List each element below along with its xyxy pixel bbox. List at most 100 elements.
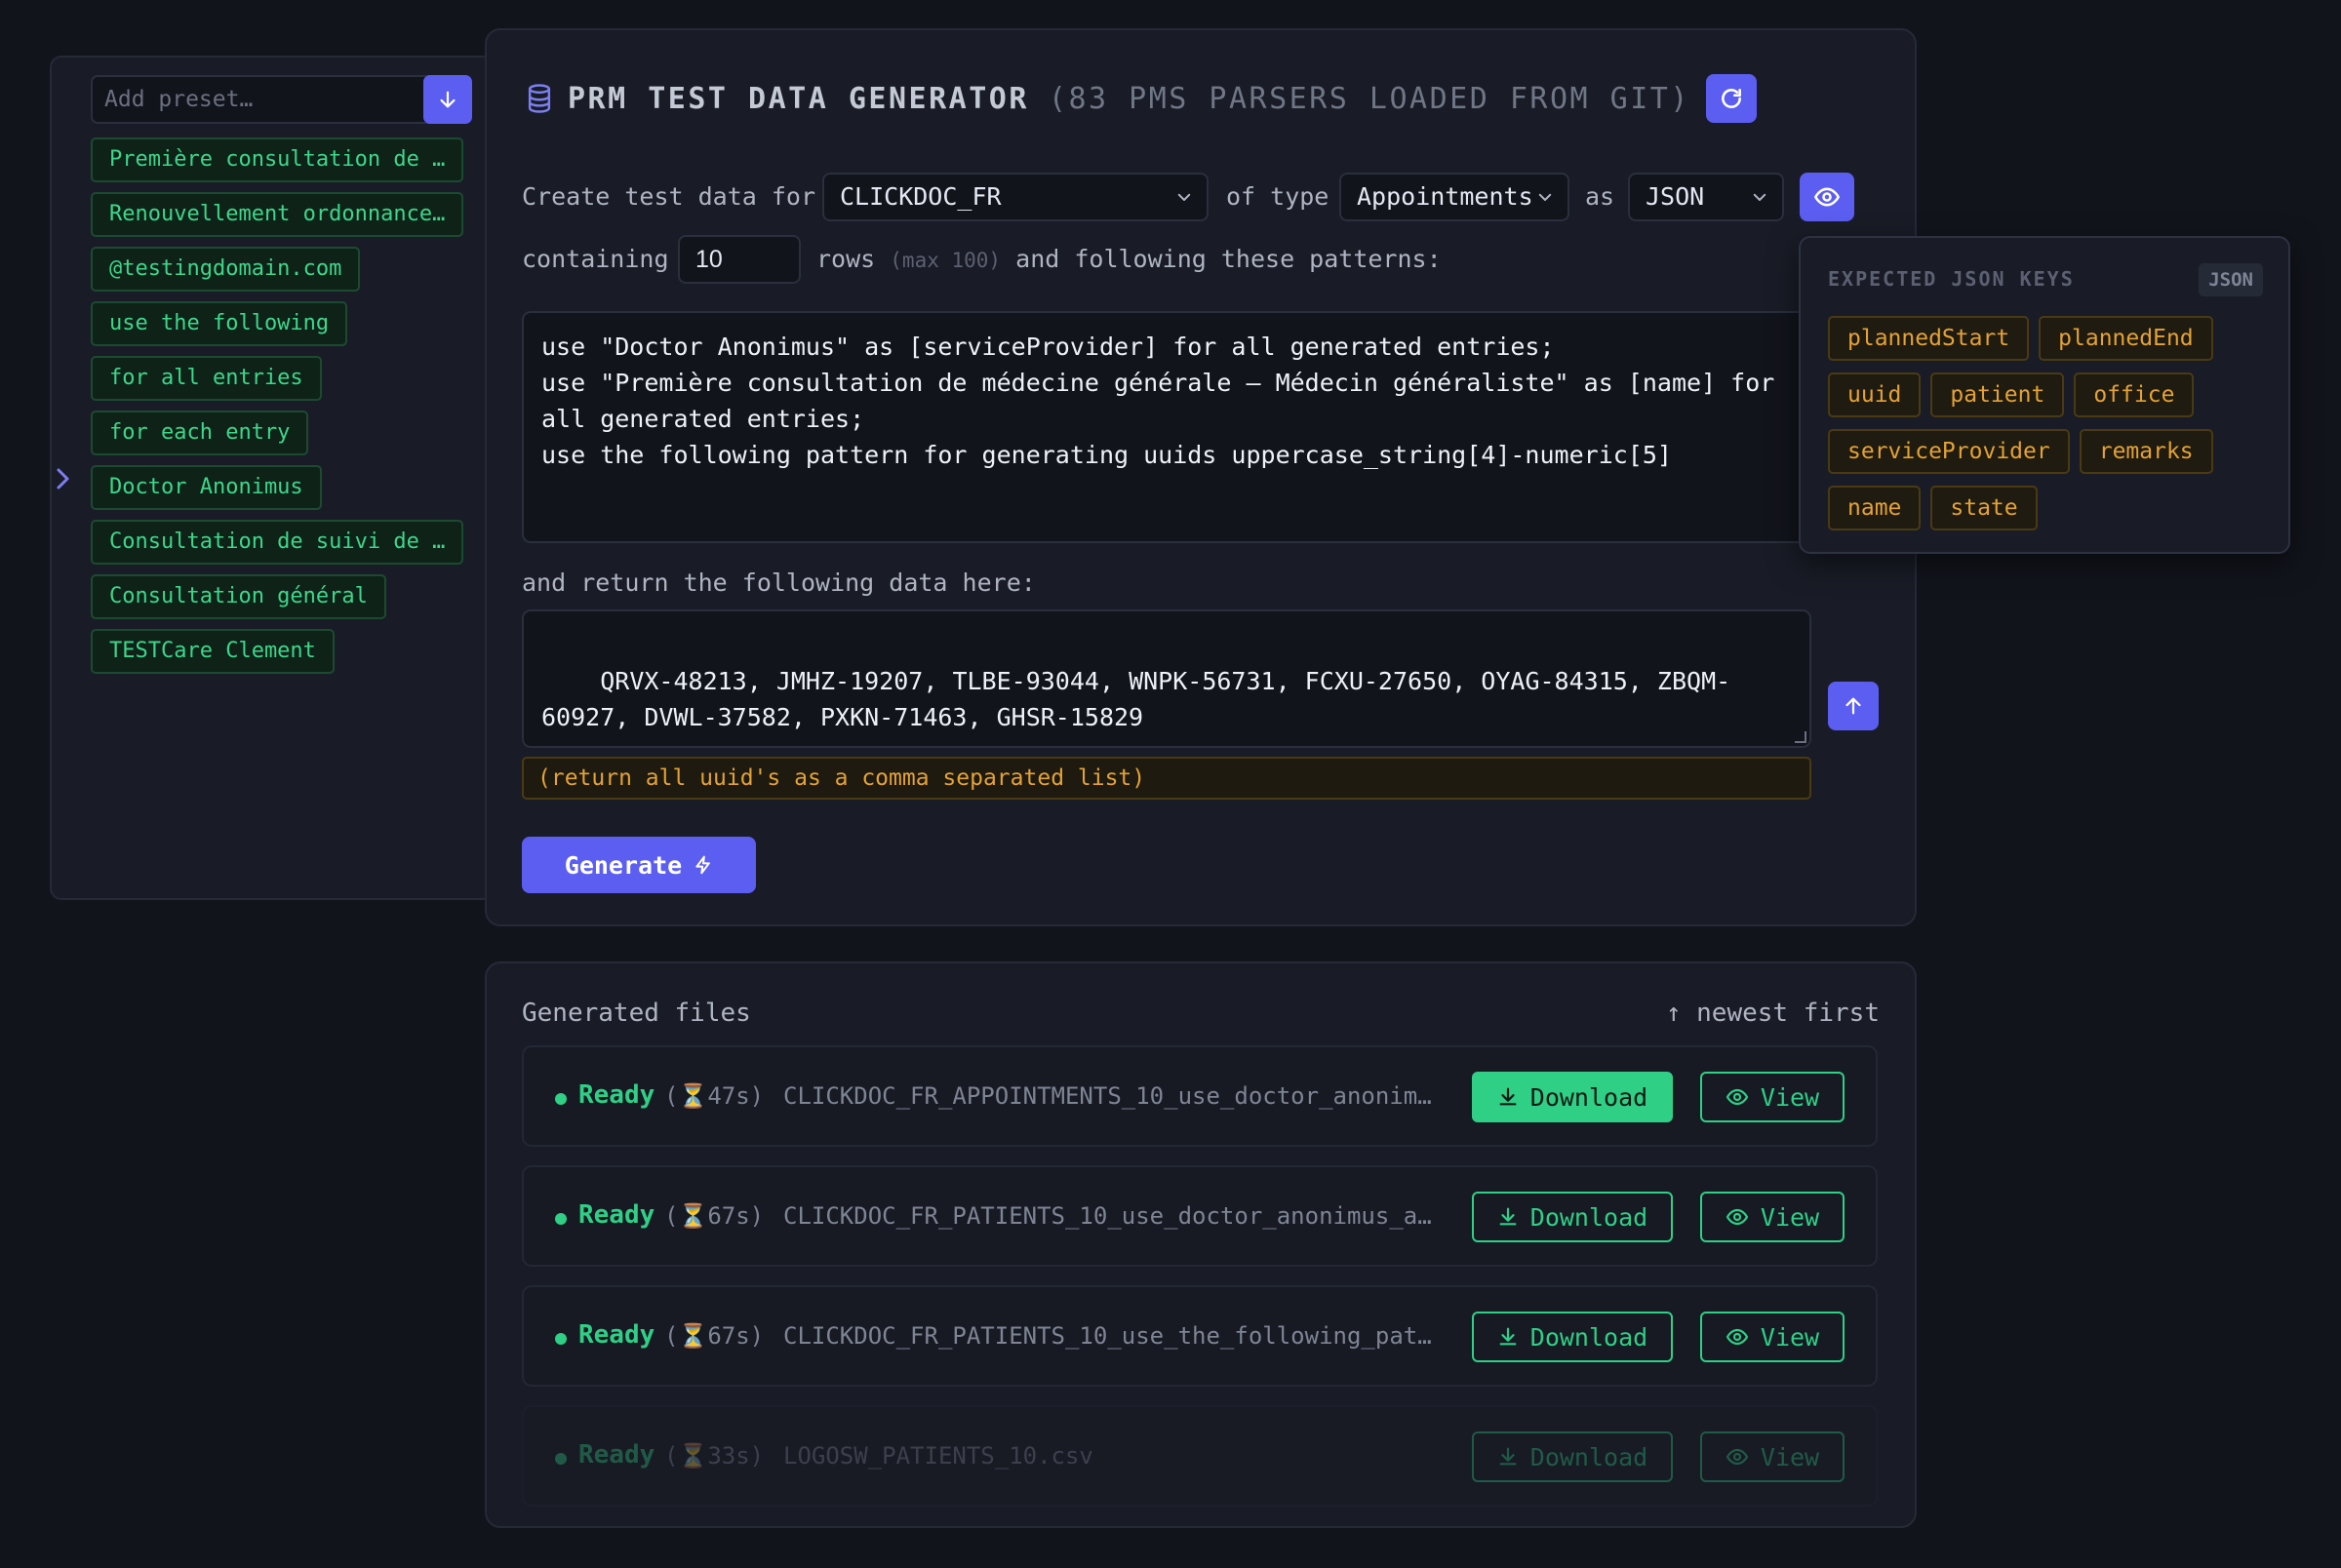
- download-button[interactable]: Download: [1472, 1192, 1673, 1242]
- preset-chip[interactable]: Consultation général: [91, 574, 386, 619]
- download-button[interactable]: Download: [1472, 1431, 1673, 1482]
- download-icon: [1499, 1447, 1517, 1466]
- key-chip: patient: [1930, 372, 2065, 417]
- view-button[interactable]: View: [1700, 1312, 1845, 1362]
- status-label: Ready: [578, 1320, 655, 1350]
- download-icon: [1499, 1087, 1517, 1106]
- format-select[interactable]: JSON: [1628, 173, 1784, 221]
- view-label: View: [1760, 1442, 1820, 1471]
- expected-keys-list: plannedStart plannedEnd uuid patient off…: [1828, 316, 2277, 530]
- chevron-down-icon: [1177, 193, 1191, 201]
- generated-files-panel: Generated files ↑ newest first Ready (⏳4…: [485, 961, 1917, 1528]
- key-chip: office: [2074, 372, 2195, 417]
- sort-order-toggle[interactable]: ↑ newest first: [1666, 999, 1880, 1028]
- preset-chip[interactable]: for each entry: [91, 411, 309, 455]
- key-chip: name: [1828, 486, 1922, 530]
- result-textarea[interactable]: QRVX-48213, JMHZ-19207, TLBE-93044, WNPK…: [522, 609, 1811, 748]
- chevron-down-icon: [1753, 193, 1766, 201]
- status-label: Ready: [578, 1440, 655, 1470]
- file-row: Ready (⏳67s) CLICKDOC_FR_PATIENTS_10_use…: [522, 1285, 1878, 1387]
- arrow-down-icon: [440, 91, 456, 108]
- preset-list: Première consultation de … Renouvellemen…: [91, 137, 481, 684]
- add-preset-button[interactable]: [423, 75, 472, 124]
- containing-label: containing: [522, 245, 669, 273]
- elapsed-time: (⏳33s): [664, 1442, 765, 1470]
- preset-chip[interactable]: Première consultation de …: [91, 137, 464, 182]
- download-icon: [1499, 1327, 1517, 1346]
- rows-label: rows: [816, 245, 876, 273]
- status-label: Ready: [578, 1200, 655, 1230]
- result-text: QRVX-48213, JMHZ-19207, TLBE-93044, WNPK…: [541, 667, 1731, 731]
- patterns-label: and following these patterns:: [1015, 245, 1442, 273]
- expected-keys-title: EXPECTED JSON KEYS: [1828, 267, 2075, 291]
- file-name: CLICKDOC_FR_PATIENTS_10_use_the_followin…: [783, 1322, 1437, 1350]
- file-name: CLICKDOC_FR_APPOINTMENTS_10_use_doctor_a…: [783, 1082, 1437, 1110]
- database-icon: [523, 82, 556, 115]
- copy-result-to-preset-button[interactable]: [1828, 682, 1879, 730]
- refresh-icon: [1721, 89, 1741, 108]
- view-button[interactable]: View: [1700, 1192, 1845, 1242]
- download-label: Download: [1529, 1442, 1648, 1471]
- view-label: View: [1760, 1082, 1820, 1112]
- preset-chip[interactable]: Consultation de suivi de …: [91, 520, 464, 565]
- download-label: Download: [1529, 1202, 1648, 1232]
- preset-chip[interactable]: use the following: [91, 301, 348, 346]
- preset-chip[interactable]: for all entries: [91, 356, 322, 401]
- chevron-down-icon: [1538, 193, 1552, 201]
- parser-select-value: CLICKDOC_FR: [840, 182, 1002, 211]
- parser-select[interactable]: CLICKDOC_FR: [822, 173, 1209, 221]
- type-select[interactable]: Appointments: [1339, 173, 1569, 221]
- chevron-right-icon: [57, 468, 69, 490]
- patterns-textarea[interactable]: use "Doctor Anonimus" as [serviceProvide…: [522, 311, 1811, 543]
- download-button[interactable]: Download: [1472, 1312, 1673, 1362]
- eye-icon: [1726, 1208, 1748, 1226]
- rows-label-group: rows (max 100) and following these patte…: [816, 245, 1442, 275]
- rows-count-input[interactable]: [678, 235, 801, 284]
- preview-keys-button[interactable]: [1800, 173, 1854, 221]
- preset-chip[interactable]: @testingdomain.com: [91, 247, 361, 292]
- eye-icon: [1814, 187, 1840, 207]
- key-chip: remarks: [2079, 429, 2213, 474]
- resize-handle[interactable]: [1795, 731, 1806, 743]
- format-select-value: JSON: [1646, 182, 1705, 211]
- refresh-parsers-button[interactable]: [1705, 74, 1757, 123]
- status-dot: [555, 1453, 567, 1465]
- type-select-value: Appointments: [1357, 182, 1533, 211]
- eye-icon: [1726, 1448, 1748, 1466]
- file-name: CLICKDOC_FR_PATIENTS_10_use_doctor_anoni…: [783, 1202, 1437, 1230]
- view-button[interactable]: View: [1700, 1072, 1845, 1122]
- as-label: as: [1585, 182, 1615, 211]
- parsers-loaded-count: (83 PMS PARSERS LOADED FROM GIT): [1048, 81, 1690, 116]
- arrow-up-icon: [1845, 697, 1861, 715]
- expected-keys-popover: EXPECTED JSON KEYS JSON plannedStart pla…: [1799, 236, 2290, 554]
- generate-button[interactable]: Generate: [522, 837, 756, 893]
- status-dot: [555, 1333, 567, 1345]
- sidebar-toggle[interactable]: [53, 466, 72, 491]
- key-chip: uuid: [1828, 372, 1922, 417]
- create-label: Create test data for: [522, 182, 816, 211]
- file-row: Ready (⏳47s) CLICKDOC_FR_APPOINTMENTS_10…: [522, 1045, 1878, 1147]
- generate-label: Generate: [564, 850, 683, 880]
- eye-icon: [1726, 1088, 1748, 1106]
- download-label: Download: [1529, 1322, 1648, 1352]
- key-chip: plannedEnd: [2039, 316, 2213, 361]
- add-preset-input[interactable]: [91, 75, 461, 124]
- file-row: Ready (⏳33s) LOGOSW_PATIENTS_10.csv Down…: [522, 1405, 1878, 1507]
- view-button[interactable]: View: [1700, 1431, 1845, 1482]
- preset-chip[interactable]: Doctor Anonimus: [91, 465, 322, 510]
- elapsed-time: (⏳67s): [664, 1202, 765, 1230]
- elapsed-time: (⏳67s): [664, 1322, 765, 1350]
- format-badge: JSON: [2199, 263, 2263, 296]
- key-chip: state: [1930, 486, 2038, 530]
- key-chip: serviceProvider: [1828, 429, 2070, 474]
- page-title: PRM TEST DATA GENERATOR: [568, 81, 1029, 116]
- preset-chip[interactable]: Renouvellement ordonnance…: [91, 192, 464, 237]
- return-label: and return the following data here:: [522, 568, 1036, 597]
- generator-card: PRM TEST DATA GENERATOR (83 PMS PARSERS …: [485, 28, 1917, 926]
- header: PRM TEST DATA GENERATOR (83 PMS PARSERS …: [523, 71, 1757, 126]
- of-type-label: of type: [1226, 182, 1329, 211]
- view-label: View: [1760, 1322, 1820, 1352]
- download-button[interactable]: Download: [1472, 1072, 1673, 1122]
- view-label: View: [1760, 1202, 1820, 1232]
- preset-chip[interactable]: TESTCare Clement: [91, 629, 335, 674]
